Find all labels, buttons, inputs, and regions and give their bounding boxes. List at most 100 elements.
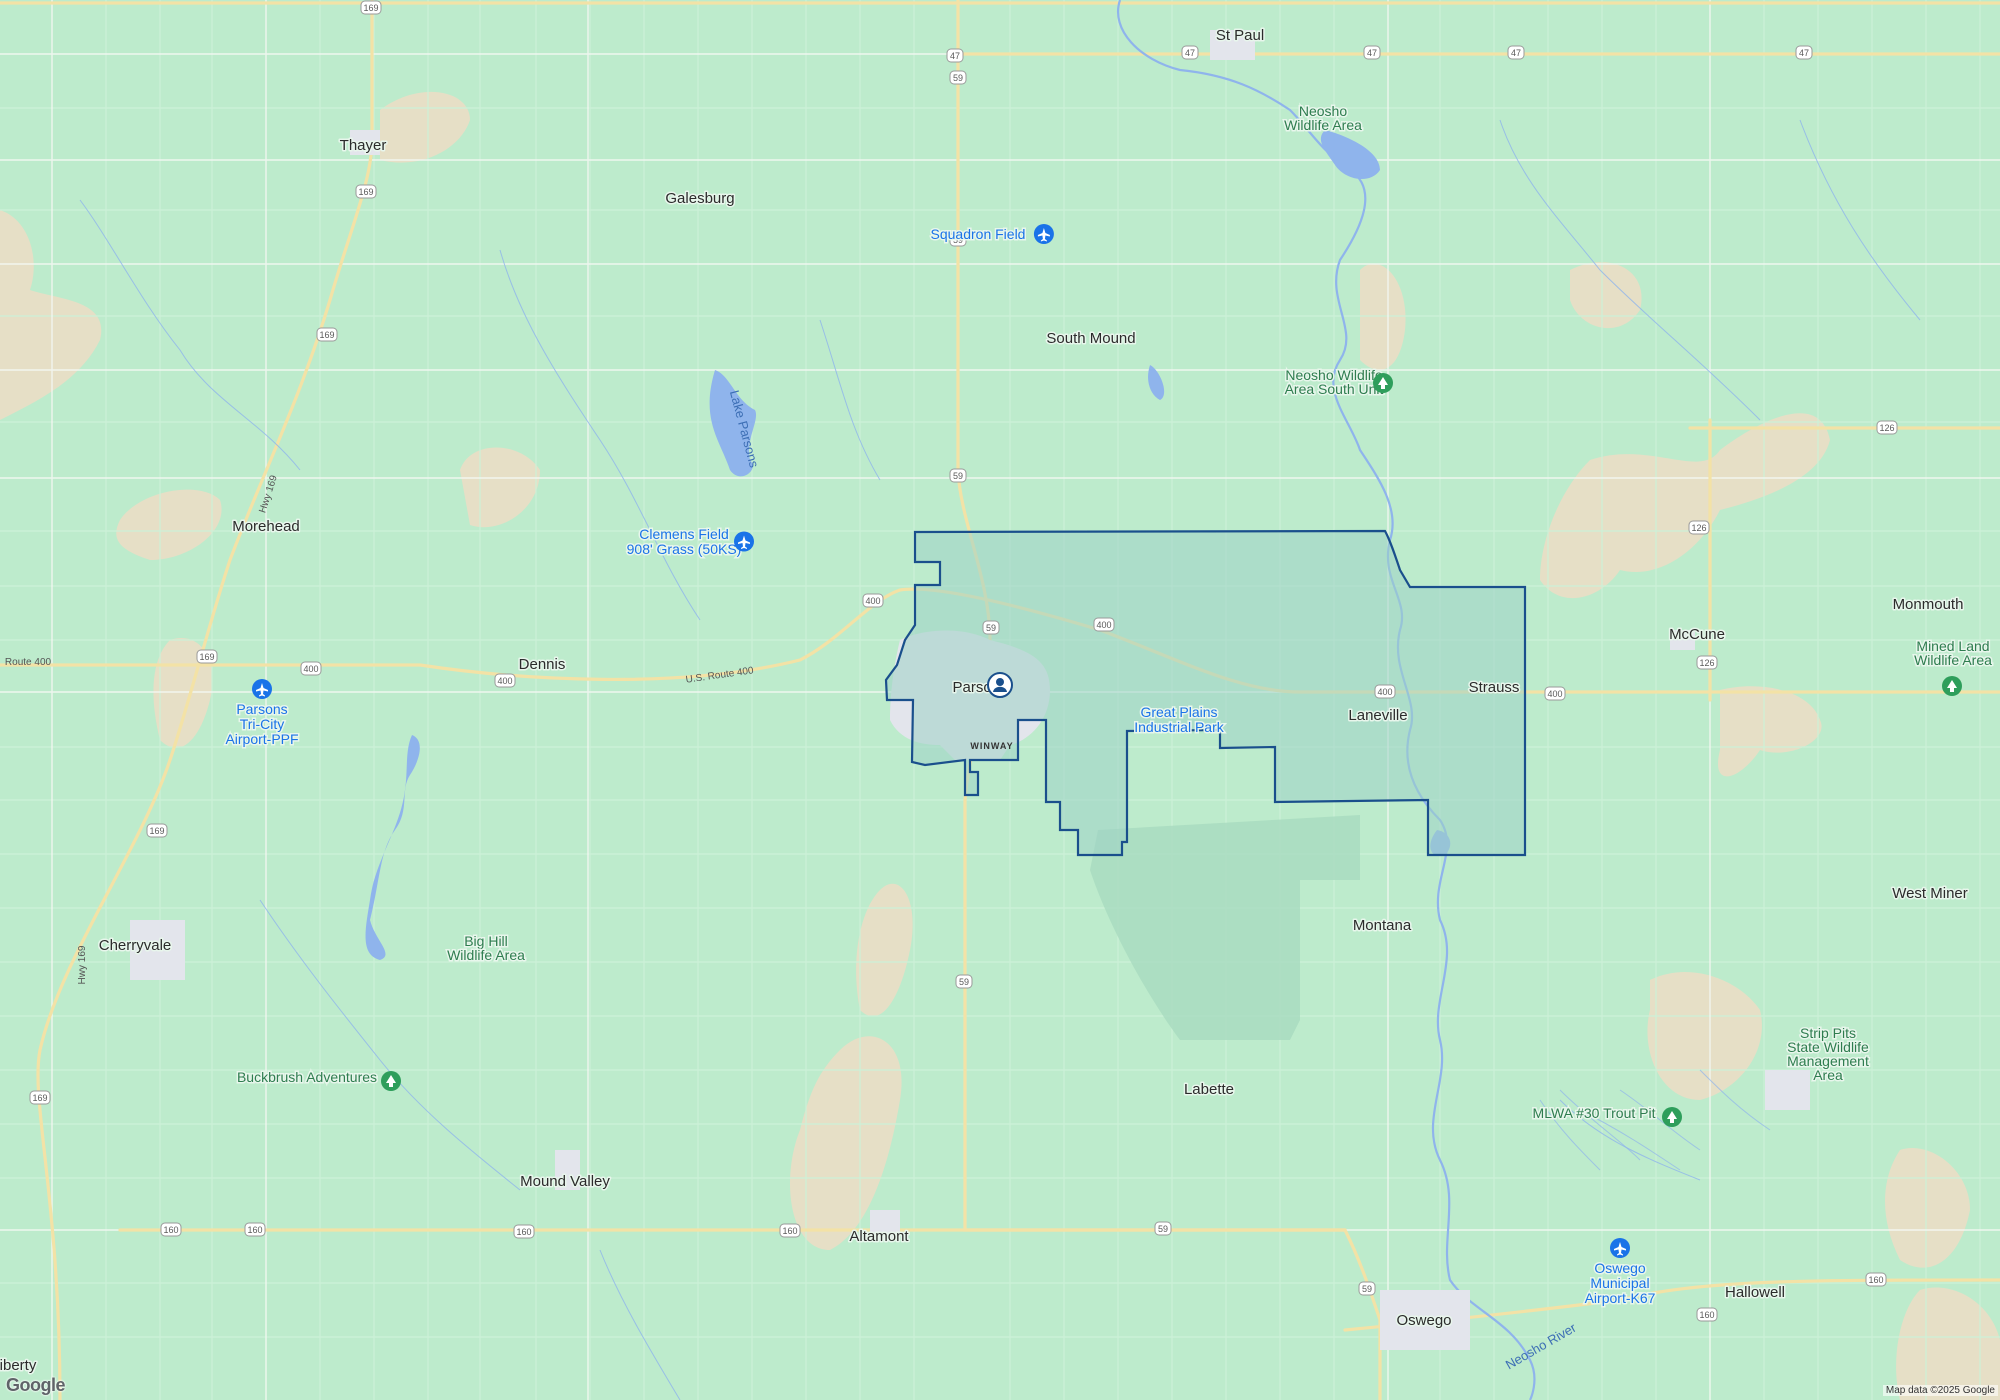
place-label[interactable]: Cherryvale [97,936,173,956]
route-shield: 169 [146,823,168,838]
shield-number: 400 [1377,687,1392,697]
poi-label[interactable]: Buckbrush Adventures [235,1068,378,1087]
shield-number: 400 [865,596,880,606]
shield-number: 126 [1699,658,1714,668]
place-label[interactable]: Labette [1182,1080,1235,1100]
google-logo: Google [6,1375,66,1395]
place-label[interactable]: Dennis [517,655,567,675]
poi-marker[interactable]: Buckbrush Adventures [235,1068,378,1087]
route-shield: 47 [946,48,964,63]
poi-label[interactable]: Mined Land Wildlife Area [1913,637,1994,670]
shield-number: 160 [782,1226,797,1236]
shield-number: 47 [950,51,960,61]
place-label[interactable]: iberty [0,1356,38,1376]
shield-number: 169 [149,826,164,836]
airport-icon [252,679,272,699]
airport-icon [1033,224,1054,244]
place-label[interactable]: Altamont [848,1227,911,1247]
route-shield: 400 [1544,686,1566,701]
map-canvas[interactable]: 169 169 169 169 169 169 47 47 47 47 47 59 59 59 59 59 59… [0,0,2000,1400]
route-shield: 59 [949,70,967,85]
park-icon [1662,1107,1682,1127]
route-shield: 160 [779,1223,801,1238]
route-shield: 59 [982,620,1000,635]
route-shield: 160 [160,1222,182,1237]
shield-number: 400 [497,676,512,686]
shield-number: 169 [358,187,373,197]
shield-number: 169 [32,1093,47,1103]
park-icon [1373,373,1393,393]
shield-number: 47 [1185,48,1195,58]
poi-marker[interactable]: Mined Land Wildlife Area [1913,637,1994,670]
route-shield: 169 [29,1090,51,1105]
route-shield: 126 [1876,420,1898,435]
shield-number: 59 [1158,1224,1168,1234]
place-label[interactable]: Monmouth [1891,595,1965,615]
poi-marker[interactable]: Great Plains Industrial Park [1133,703,1226,737]
park-icon [381,1071,401,1091]
shield-number: 59 [959,977,969,987]
shield-number: 126 [1691,523,1706,533]
poi-label[interactable]: Squadron Field [929,225,1027,244]
place-label[interactable]: St Paul [1214,26,1265,46]
road-label: Route 400 [5,657,52,668]
poi-label[interactable]: MLWA #30 Trout Pit [1531,1104,1657,1123]
poi-label[interactable]: Clemens Field 908' Grass (50KS) [625,525,743,559]
shield-number: 59 [953,471,963,481]
shield-number: 400 [303,664,318,674]
road-label: Hwy 169 [77,945,88,984]
shield-number: 47 [1511,48,1521,58]
place-label[interactable]: Galesburg [664,189,736,209]
route-shield: 400 [300,661,322,676]
place-label[interactable]: Strauss [1467,678,1521,698]
location-pin[interactable] [987,672,1013,698]
route-shield: 169 [316,327,338,342]
place-label[interactable]: Oswego [1395,1311,1453,1331]
place-label[interactable]: Hallowell [1723,1283,1786,1303]
shield-number: 59 [953,73,963,83]
shield-number: 160 [516,1227,531,1237]
place-label[interactable]: McCune [1668,625,1727,645]
shield-number: 160 [163,1225,178,1235]
route-shield: 47 [1795,45,1813,60]
place-label[interactable]: West Miner [1891,884,1970,904]
poi-label[interactable]: Oswego Municipal Airport-K67 [1583,1259,1657,1308]
shield-number: 126 [1879,423,1894,433]
route-shield: 400 [494,673,516,688]
route-shield: 160 [1696,1307,1718,1322]
shield-number: 169 [199,652,214,662]
shield-number: 160 [1699,1310,1714,1320]
route-shield: 160 [1865,1272,1887,1287]
route-shield: 126 [1696,655,1718,670]
shield-number: 169 [319,330,334,340]
shield-number: 59 [986,623,996,633]
route-shield: 47 [1507,45,1525,60]
poi-marker[interactable]: Neosho Wildlife Area South Unit [1283,366,1385,399]
place-label[interactable]: Montana [1351,916,1413,936]
pin-head-icon [996,678,1004,686]
poi-label[interactable]: Neosho Wildlife Area South Unit [1283,366,1385,399]
route-shield: 169 [355,184,377,199]
shield-number: 160 [247,1225,262,1235]
airport-icon [1610,1238,1630,1258]
shield-number: 59 [1362,1284,1372,1294]
place-label[interactable]: Thayer [338,136,388,156]
route-shield: 59 [955,974,973,989]
place-label[interactable]: Mound Valley [519,1172,612,1192]
route-shield: 59 [949,468,967,483]
route-shield: 59 [1154,1221,1172,1236]
poi-marker[interactable]: MLWA #30 Trout Pit [1531,1104,1657,1123]
poi-label[interactable]: Great Plains Industrial Park [1133,703,1226,737]
route-shield: 47 [1363,45,1381,60]
airport-icon [734,531,754,552]
place-label[interactable]: Laneville [1347,706,1409,726]
shield-number: 47 [1799,48,1809,58]
place-label[interactable]: Morehead [231,517,302,537]
route-shield: 169 [360,0,382,15]
shield-number: 400 [1547,689,1562,699]
route-shield: 126 [1688,520,1710,535]
route-shield: 160 [244,1222,266,1237]
route-shield: 160 [513,1224,535,1239]
route-shield: 59 [1358,1281,1376,1296]
place-label[interactable]: South Mound [1045,329,1137,349]
